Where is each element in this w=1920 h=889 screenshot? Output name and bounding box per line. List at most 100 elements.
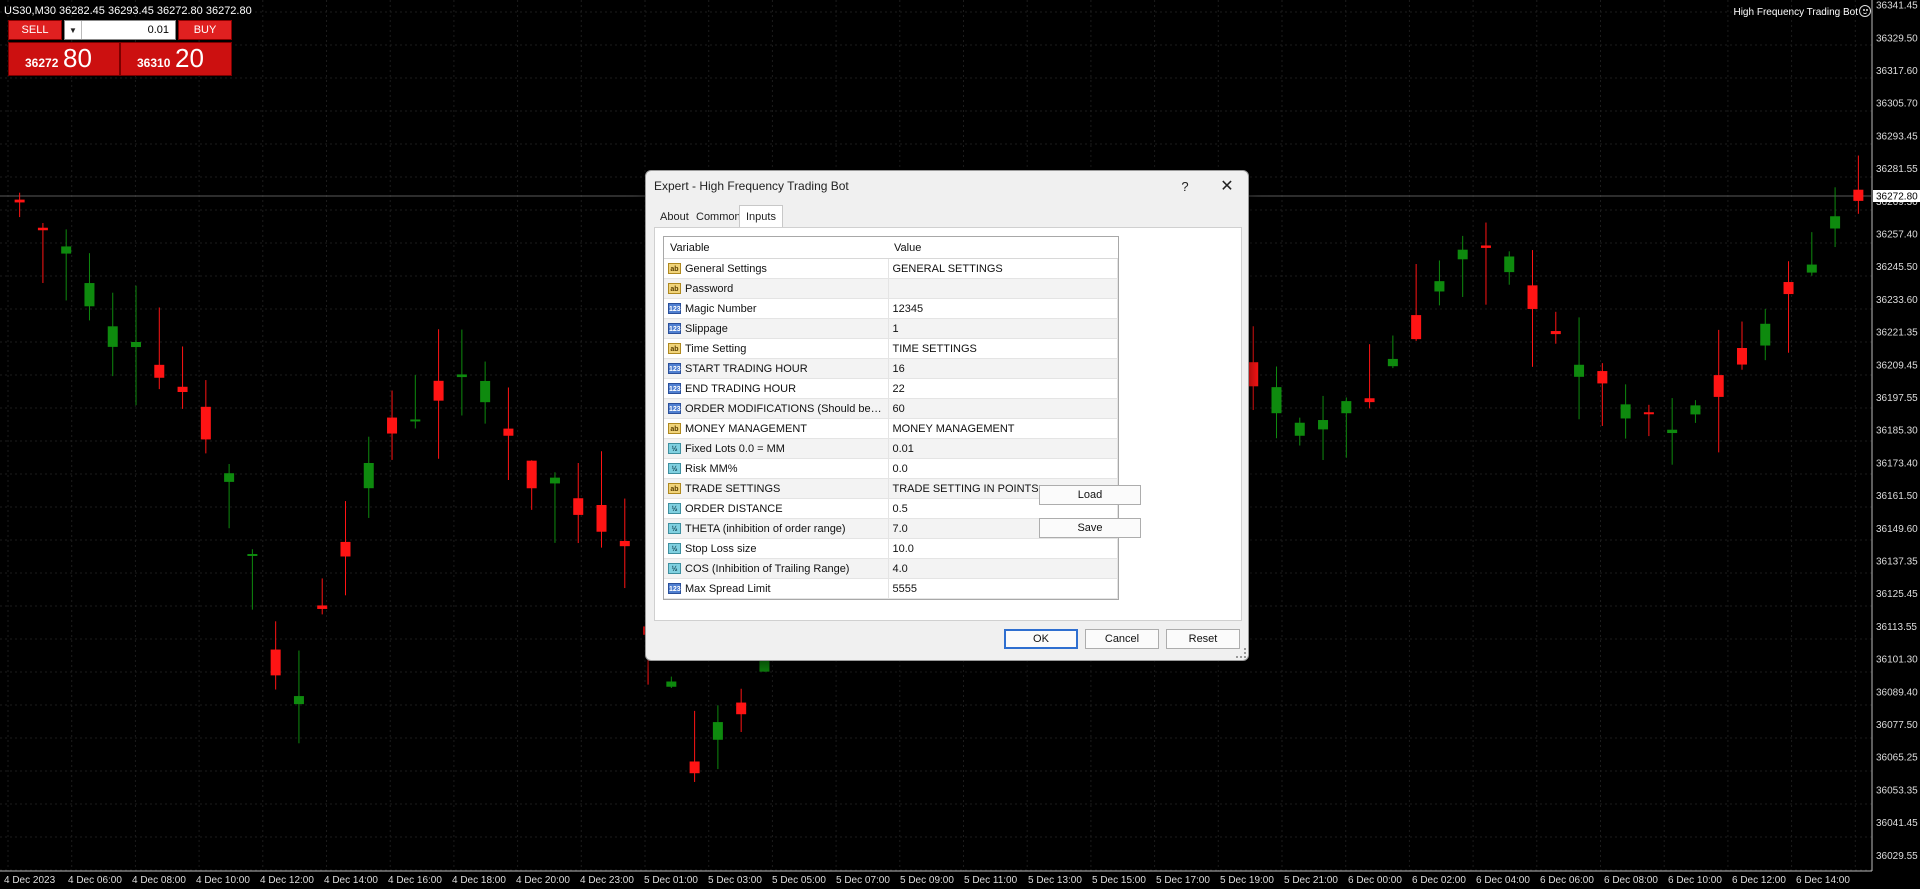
sell-price-button[interactable]: 36272 80 (8, 42, 120, 76)
input-value-cell[interactable]: 4.0 (888, 558, 1118, 579)
candle-body (1504, 256, 1515, 273)
column-header-variable[interactable]: Variable (664, 237, 888, 259)
price-axis-label: 36221.35 (1876, 328, 1918, 339)
input-variable-cell: ½ Stop Loss size (664, 538, 889, 559)
time-axis-label: 5 Dec 21:00 (1284, 875, 1338, 886)
input-variable-name: Password (685, 282, 734, 295)
candle-body (1713, 375, 1724, 397)
price-axis-label: 36293.45 (1876, 131, 1918, 142)
time-axis-label: 6 Dec 14:00 (1796, 875, 1850, 886)
input-value-cell[interactable]: 1 (888, 318, 1118, 339)
lot-size-input[interactable] (83, 22, 169, 38)
input-variable-name: ORDER MODIFICATIONS (Should be s... (685, 402, 888, 415)
input-variable-name: Slippage (685, 322, 728, 335)
sell-button[interactable]: SELL (8, 20, 62, 40)
input-value-cell[interactable]: TIME SETTINGS (888, 338, 1118, 359)
string-icon: ab (668, 343, 681, 355)
save-button[interactable]: Save (1039, 518, 1141, 538)
input-row[interactable]: 123 END TRADING HOUR 22 (664, 378, 1118, 399)
input-value-cell[interactable]: 0.01 (888, 438, 1118, 459)
input-variable-name: Magic Number (685, 302, 757, 315)
price-axis-label: 36245.50 (1876, 262, 1918, 273)
input-row[interactable]: ab Time Setting TIME SETTINGS (664, 338, 1118, 359)
candle-body (1667, 429, 1678, 434)
input-row[interactable]: 123 Max Spread Limit 5555 (664, 578, 1118, 599)
reset-button[interactable]: Reset (1166, 629, 1240, 649)
price-axis-label: 36053.35 (1876, 785, 1918, 796)
double-icon: ½ (668, 443, 681, 455)
input-value-cell[interactable]: 16 (888, 358, 1118, 379)
price-axis-label: 36161.50 (1876, 491, 1918, 502)
input-value-cell[interactable]: 60 (888, 398, 1118, 419)
candle-body (131, 342, 142, 348)
input-row[interactable]: ab MONEY MANAGEMENT MONEY MANAGEMENT (664, 418, 1118, 439)
input-value-cell[interactable]: 22 (888, 378, 1118, 399)
input-value-cell[interactable]: 10.0 (888, 538, 1118, 559)
input-row[interactable]: ab General Settings GENERAL SETTINGS (664, 258, 1118, 279)
input-value-cell[interactable]: 5555 (888, 578, 1118, 599)
expert-advisor-name: High Frequency Trading Bot (1733, 7, 1858, 18)
smiley-icon[interactable] (1859, 5, 1871, 17)
input-variable-cell: 123 END TRADING HOUR (664, 378, 889, 399)
time-axis-label: 6 Dec 04:00 (1476, 875, 1530, 886)
candle-body (1830, 216, 1841, 229)
candle-body (1364, 398, 1375, 403)
input-value-cell[interactable]: 0.0 (888, 458, 1118, 479)
chevron-down-icon[interactable]: ▼ (65, 21, 82, 39)
time-axis-label: 4 Dec 16:00 (388, 875, 442, 886)
time-axis-label: 5 Dec 07:00 (836, 875, 890, 886)
input-value-cell[interactable] (888, 278, 1118, 299)
integer-icon: 123 (668, 403, 681, 415)
input-variable-name: START TRADING HOUR (685, 362, 808, 375)
time-axis-label: 4 Dec 2023 (4, 875, 56, 886)
price-axis-label: 36233.60 (1876, 295, 1918, 306)
column-header-value[interactable]: Value (888, 237, 1118, 259)
input-row[interactable]: 123 Slippage 1 (664, 318, 1118, 339)
input-row[interactable]: ab Password (664, 278, 1118, 299)
candle-body (1341, 401, 1352, 414)
price-axis-label: 36125.45 (1876, 589, 1918, 600)
input-row[interactable]: ½ Fixed Lots 0.0 = MM 0.01 (664, 438, 1118, 459)
input-value-cell[interactable]: 12345 (888, 298, 1118, 319)
price-axis-label: 36077.50 (1876, 720, 1918, 731)
input-row[interactable]: ½ Stop Loss size 10.0 (664, 538, 1118, 559)
load-button[interactable]: Load (1039, 485, 1141, 505)
buy-button[interactable]: BUY (178, 20, 232, 40)
input-row[interactable]: 123 START TRADING HOUR 16 (664, 358, 1118, 379)
price-axis-label: 36029.55 (1876, 851, 1918, 862)
candle-body (1294, 422, 1305, 436)
input-row[interactable]: 123 Magic Number 12345 (664, 298, 1118, 319)
time-axis-label: 5 Dec 01:00 (644, 875, 698, 886)
close-button[interactable]: ✕ (1216, 175, 1238, 197)
input-row[interactable]: ½ COS (Inhibition of Trailing Range) 4.0 (664, 558, 1118, 579)
resize-grip[interactable] (1236, 648, 1246, 658)
lot-size-control[interactable]: ▼ (64, 20, 176, 40)
ok-button[interactable]: OK (1004, 629, 1078, 649)
time-axis-label: 6 Dec 00:00 (1348, 875, 1402, 886)
string-icon: ab (668, 483, 681, 495)
input-variable-cell: ½ Fixed Lots 0.0 = MM (664, 438, 889, 459)
help-button[interactable]: ? (1174, 175, 1196, 197)
price-axis-label: 36173.40 (1876, 458, 1918, 469)
tab-inputs[interactable]: Inputs (739, 205, 783, 227)
candle-body (433, 380, 444, 401)
candle-body (37, 227, 48, 231)
price-axis-label: 36197.55 (1876, 393, 1918, 404)
candle-body (61, 246, 72, 254)
input-variable-name: THETA (inhibition of order range) (685, 522, 846, 535)
candle-body (154, 364, 165, 378)
input-value-cell[interactable]: MONEY MANAGEMENT (888, 418, 1118, 439)
input-row[interactable]: 123 ORDER MODIFICATIONS (Should be s... 60 (664, 398, 1118, 419)
tab-about[interactable]: About (654, 207, 695, 227)
candle-body (619, 540, 630, 547)
buy-price-button[interactable]: 36310 20 (120, 42, 232, 76)
candle-body (1597, 371, 1608, 384)
time-axis-label: 4 Dec 18:00 (452, 875, 506, 886)
input-row[interactable]: ½ Risk MM% 0.0 (664, 458, 1118, 479)
time-axis-label: 5 Dec 03:00 (708, 875, 762, 886)
double-icon: ½ (668, 563, 681, 575)
integer-icon: 123 (668, 323, 681, 335)
candle-body (387, 417, 398, 434)
input-value-cell[interactable]: GENERAL SETTINGS (888, 258, 1118, 279)
cancel-button[interactable]: Cancel (1085, 629, 1159, 649)
